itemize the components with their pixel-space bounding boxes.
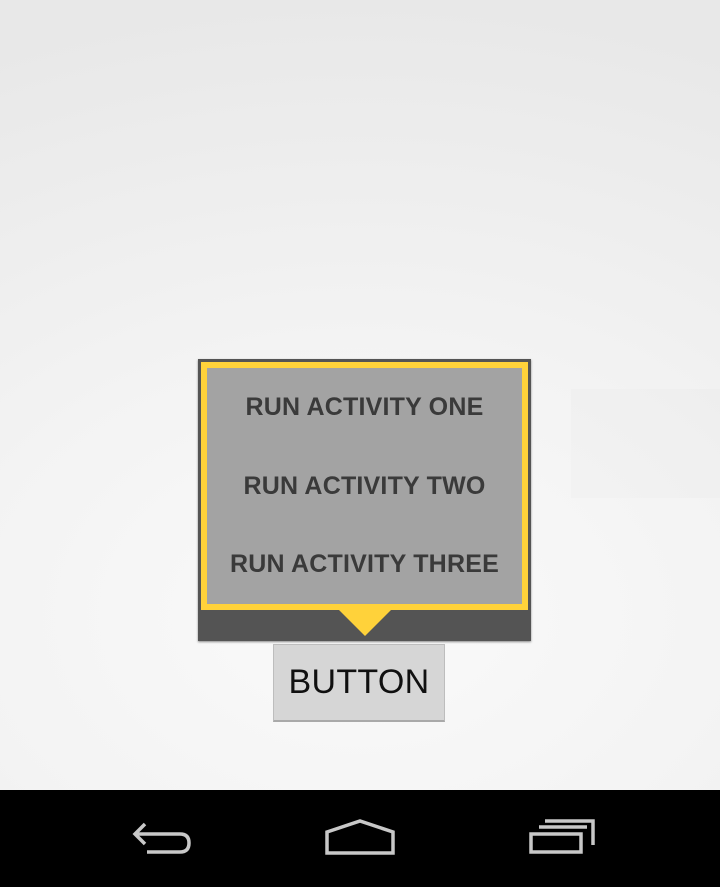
recent-apps-button[interactable] bbox=[517, 812, 607, 862]
popup-menu: RUN ACTIVITY ONE RUN ACTIVITY TWO RUN AC… bbox=[198, 359, 531, 641]
navigation-bar bbox=[0, 790, 720, 887]
back-arrow-icon bbox=[132, 822, 191, 854]
home-icon bbox=[325, 819, 395, 855]
popup-pointer-arrow bbox=[339, 610, 391, 636]
recent-apps-icon bbox=[529, 819, 595, 854]
menu-item-run-activity-one[interactable]: RUN ACTIVITY ONE bbox=[207, 368, 522, 447]
main-button[interactable]: BUTTON bbox=[273, 644, 445, 722]
background-panel bbox=[571, 389, 720, 498]
home-button[interactable] bbox=[315, 812, 405, 862]
back-button[interactable] bbox=[115, 812, 205, 862]
app-screen: RUN ACTIVITY ONE RUN ACTIVITY TWO RUN AC… bbox=[0, 0, 720, 790]
menu-item-run-activity-two[interactable]: RUN ACTIVITY TWO bbox=[207, 447, 522, 526]
popup-menu-border: RUN ACTIVITY ONE RUN ACTIVITY TWO RUN AC… bbox=[201, 362, 528, 610]
menu-item-run-activity-three[interactable]: RUN ACTIVITY THREE bbox=[207, 525, 522, 604]
popup-menu-list: RUN ACTIVITY ONE RUN ACTIVITY TWO RUN AC… bbox=[207, 368, 522, 604]
